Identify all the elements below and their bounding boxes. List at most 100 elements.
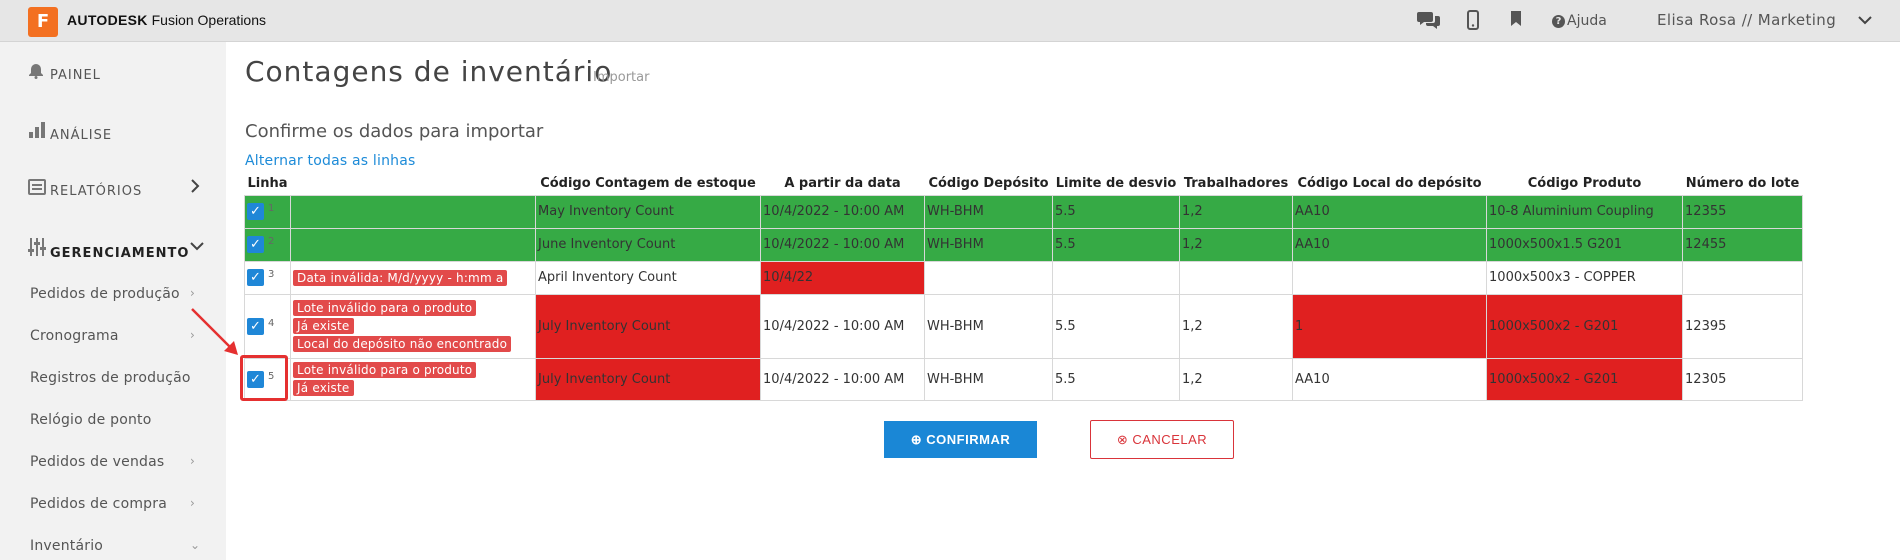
chat-icon[interactable]	[1417, 10, 1441, 35]
cancel-button[interactable]: ⊗ CANCELAR	[1090, 420, 1234, 459]
table-cell-error: 10/4/22	[760, 260, 926, 295]
brand-name: AUTODESK Fusion Operations	[67, 12, 266, 28]
sidebar-item-cronograma[interactable]: Cronograma	[30, 328, 119, 344]
col-header[interactable]: Código Local do depósito	[1293, 173, 1487, 195]
error-cell: Lote inválido para o produto Já existe L…	[290, 293, 537, 359]
col-header[interactable]: Código Contagem de estoque	[536, 173, 761, 195]
toggle-all-rows-link[interactable]: Alternar todas as linhas	[245, 153, 416, 169]
table-cell: 10/4/2022 - 10:00 AM	[760, 293, 926, 359]
confirm-label: CONFIRMAR	[926, 431, 1011, 447]
user-menu[interactable]: Elisa Rosa // Marketing	[1657, 11, 1836, 29]
mobile-icon[interactable]	[1467, 10, 1479, 35]
col-header[interactable]: Linha	[245, 173, 291, 195]
help-link[interactable]: ? Ajuda	[1552, 13, 1607, 29]
table-cell: WH-BHM	[924, 357, 1054, 401]
table-cell: WH-BHM	[924, 227, 1054, 262]
table-cell: AA10	[1292, 227, 1488, 262]
checkbox-checked[interactable]: ✓	[247, 269, 264, 286]
col-header[interactable]: Número do lote	[1683, 173, 1803, 195]
table-cell: 1,2	[1179, 293, 1294, 359]
chevron-right-icon[interactable]: ›	[190, 454, 195, 468]
error-badge: Já existe	[293, 318, 354, 334]
table-cell: 5.5	[1052, 194, 1181, 229]
col-header[interactable]: Trabalhadores	[1180, 173, 1293, 195]
error-badge: Lote inválido para o produto	[293, 362, 477, 378]
table-cell: 5.5	[1052, 293, 1181, 359]
sidebar-item-pedidos-compra[interactable]: Pedidos de compra	[30, 496, 167, 512]
confirm-button[interactable]: ⊕ CONFIRMAR	[884, 421, 1037, 458]
col-header[interactable]: Limite de desvio	[1053, 173, 1180, 195]
error-badge: Lote inválido para o produto	[293, 300, 477, 316]
brand-bold: AUTODESK	[67, 12, 148, 28]
table-row: ✓ 1 May Inventory Count 10/4/2022 - 10:00…	[243, 194, 1804, 229]
table-cell: 5.5	[1052, 227, 1181, 262]
table-row: ✓ 5 Lote inválido para o produto Já exist…	[243, 357, 1804, 401]
annotation-arrow	[191, 308, 238, 355]
import-tag: Importar	[593, 70, 650, 85]
bookmark-icon[interactable]	[1510, 10, 1522, 33]
sidebar-item-inventario[interactable]: Inventário	[30, 538, 103, 554]
table-cell: 1000x500x1.5 G201	[1486, 227, 1684, 262]
col-header[interactable]: Código Produto	[1487, 173, 1683, 195]
chevron-down-icon[interactable]	[190, 239, 204, 255]
table-header-row: Linha Código Contagem de estoque A parti…	[245, 173, 1803, 195]
import-table: Linha Código Contagem de estoque A parti…	[243, 173, 1804, 401]
table-cell: 1,2	[1179, 357, 1294, 401]
error-cell: Data inválida: M/d/yyyy - h:mm a	[290, 260, 537, 295]
col-header[interactable]: Código Depósito	[925, 173, 1053, 195]
row-select-cell[interactable]: ✓ 3	[243, 260, 292, 295]
col-header[interactable]: A partir da data	[761, 173, 925, 195]
col-header	[291, 173, 536, 195]
checkbox-checked[interactable]: ✓	[247, 203, 264, 220]
sidebar-item-pedidos-producao[interactable]: Pedidos de produção	[30, 286, 180, 302]
table-cell: May Inventory Count	[535, 194, 762, 229]
row-select-cell[interactable]: ✓ 4	[243, 293, 292, 359]
app-logo[interactable]: F	[28, 7, 58, 37]
table-cell: AA10	[1292, 194, 1488, 229]
row-number: 3	[268, 269, 275, 280]
row-number: 1	[268, 203, 275, 214]
check-circle-icon: ⊕	[910, 431, 923, 447]
sidebar-item-registros-producao[interactable]: Registros de produção	[30, 370, 191, 386]
table-cell	[1052, 260, 1181, 295]
checkbox-checked[interactable]: ✓	[247, 317, 264, 335]
error-badge: Data inválida: M/d/yyyy - h:mm a	[293, 269, 508, 286]
table-cell: 1,2	[1179, 227, 1294, 262]
page-title: Contagens de inventário	[245, 55, 613, 88]
sidebar-item-gerenciamento[interactable]: GERENCIAMENTO	[28, 237, 189, 261]
bell-icon	[28, 63, 50, 83]
chevron-right-icon[interactable]: ›	[190, 496, 195, 510]
sidebar-item-relogio-ponto[interactable]: Relógio de ponto	[30, 412, 152, 428]
row-number: 2	[268, 236, 275, 247]
table-cell: AA10	[1292, 357, 1488, 401]
error-cell: Lote inválido para o produto Já existe	[290, 357, 537, 401]
table-cell-error: July Inventory Count	[535, 293, 762, 359]
table-cell: 5.5	[1052, 357, 1181, 401]
table-cell	[1179, 260, 1294, 295]
table-cell-error: 1	[1292, 293, 1488, 359]
row-select-cell[interactable]: ✓ 2	[243, 227, 292, 262]
chevron-right-icon[interactable]	[190, 179, 200, 197]
help-icon: ?	[1552, 15, 1565, 28]
table-cell: 10/4/2022 - 10:00 AM	[760, 227, 926, 262]
table-cell: 1,2	[1179, 194, 1294, 229]
sidebar-item-painel[interactable]: PAINEL	[28, 63, 101, 83]
table-cell: 12395	[1682, 293, 1804, 359]
chevron-right-icon[interactable]: ›	[190, 286, 195, 300]
cancel-label: CANCELAR	[1132, 431, 1208, 447]
chevron-down-icon[interactable]: ⌄	[190, 538, 200, 552]
table-cell: WH-BHM	[924, 293, 1054, 359]
table-cell-error: July Inventory Count	[535, 357, 762, 401]
sidebar: PAINEL ANÁLISE RELATÓRIOS GERENCIAMENTO …	[0, 42, 226, 560]
sidebar-item-analise[interactable]: ANÁLISE	[28, 121, 112, 143]
table-cell: WH-BHM	[924, 194, 1054, 229]
row-select-cell[interactable]: ✓ 1	[243, 194, 292, 229]
table-cell: 10-8 Aluminium Coupling	[1486, 194, 1684, 229]
sidebar-item-label: ANÁLISE	[50, 128, 113, 143]
checkbox-checked[interactable]: ✓	[247, 236, 264, 253]
sidebar-item-relatorios[interactable]: RELATÓRIOS	[28, 179, 142, 199]
table-cell: 12305	[1682, 357, 1804, 401]
sidebar-item-pedidos-vendas[interactable]: Pedidos de vendas	[30, 454, 164, 470]
chevron-down-icon[interactable]	[1858, 10, 1872, 29]
error-badge: Local do depósito não encontrado	[293, 336, 512, 352]
